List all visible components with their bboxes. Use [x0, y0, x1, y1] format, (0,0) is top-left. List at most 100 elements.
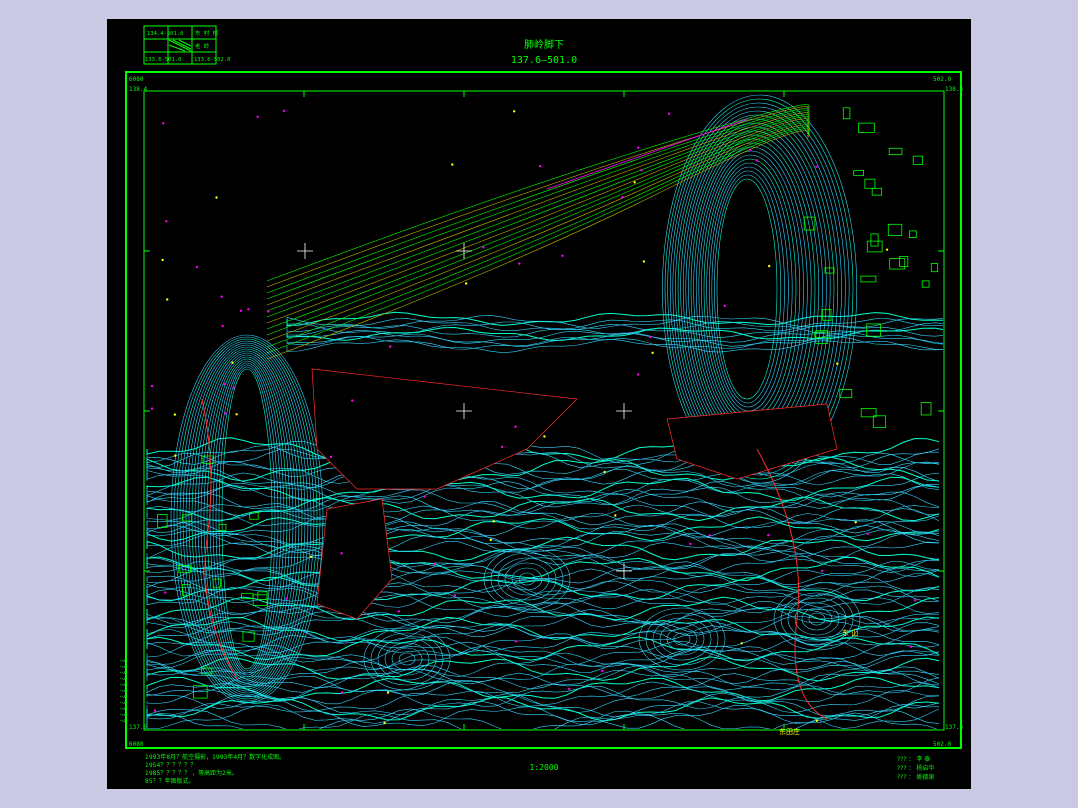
map-title: 肺岭脚下	[524, 38, 564, 51]
terrace-line	[266, 122, 810, 336]
spot-height	[821, 569, 824, 573]
corner-bottom-left-y: 137.6	[129, 724, 147, 731]
spot-height	[173, 413, 177, 416]
spot-height	[603, 470, 606, 474]
corner-bottom-right-y: 137.6	[945, 724, 963, 731]
credit-3: ??? ： 姚德泉	[897, 773, 934, 781]
contour-line	[146, 548, 940, 574]
spot-height	[153, 709, 157, 712]
spot-height	[651, 351, 654, 354]
contour-loop	[693, 142, 812, 436]
terrace-line	[266, 108, 810, 294]
contour-loop	[711, 170, 785, 408]
spot-height	[433, 562, 436, 566]
spot-height	[232, 386, 235, 390]
terrain-layer	[146, 94, 943, 729]
spot-height	[340, 691, 344, 694]
contour-line	[146, 528, 940, 554]
place-name-1: 东田庄	[779, 727, 800, 736]
corner-top-left-x: 6080	[129, 76, 144, 83]
spot-height	[256, 115, 259, 119]
spot-height	[489, 538, 492, 542]
contour-line	[146, 456, 940, 482]
spot-height	[648, 335, 652, 339]
contour-line	[146, 492, 940, 518]
contour-loop	[682, 126, 827, 452]
spot-height	[543, 435, 546, 438]
spot-height	[215, 196, 218, 199]
map-svg: 134.4-501.0 东 村 桥 老 岭 133.6-501.0 133.6-…	[118, 25, 963, 785]
spot-height	[453, 594, 457, 597]
terrace-line	[266, 116, 810, 318]
building	[870, 233, 879, 247]
spot-height	[514, 640, 517, 643]
sheet-number: 137.6—501.0	[511, 55, 577, 66]
note-2: 1954？？？？？？	[145, 762, 196, 769]
contour-loop	[714, 174, 782, 404]
spot-height	[689, 542, 692, 546]
building	[899, 256, 909, 267]
map-scale: 1:2000	[530, 763, 559, 772]
contour-loop	[370, 632, 444, 686]
spot-height	[500, 445, 504, 449]
spot-height	[723, 304, 726, 307]
building	[889, 258, 906, 270]
spot-height	[223, 382, 226, 386]
spot-height	[383, 721, 386, 725]
spot-height	[740, 642, 743, 645]
spot-height	[748, 148, 752, 152]
contour-loop	[200, 354, 294, 684]
contour-line	[146, 712, 938, 729]
spot-height	[239, 309, 243, 312]
contour-loop	[703, 158, 797, 420]
spot-height	[514, 425, 517, 428]
spot-height	[518, 262, 521, 265]
contour-loop	[673, 632, 691, 646]
spot-height	[637, 146, 640, 149]
contour-line	[286, 336, 943, 350]
map-sheet: 134.4-501.0 东 村 桥 老 岭 133.6-501.0 133.6-…	[107, 19, 971, 789]
spot-height	[482, 246, 485, 249]
terrace-line	[266, 124, 810, 342]
spot-height	[224, 412, 227, 415]
spot-height	[815, 165, 818, 168]
building	[864, 178, 876, 189]
spot-height	[221, 324, 224, 328]
contour-loop	[690, 138, 816, 440]
credit-2: ??? ： 杨启华	[897, 764, 934, 772]
spot-height	[235, 413, 238, 416]
spot-height	[161, 258, 164, 262]
spot-height	[285, 597, 288, 600]
spot-height	[166, 298, 169, 301]
corner-top-right-x: 502.0	[933, 76, 951, 83]
index-cell-4: 老 岭	[195, 42, 210, 50]
contour-line	[146, 500, 940, 526]
spot-height	[614, 514, 617, 517]
spot-height	[150, 384, 154, 388]
spot-height	[329, 455, 333, 458]
credit-1: ??? ： 李 泰	[897, 755, 930, 763]
terrace-line	[266, 128, 810, 354]
spot-height	[195, 265, 199, 269]
spot-height	[309, 555, 313, 558]
index-cell-2: 东 村 桥	[195, 29, 219, 37]
spot-height	[667, 112, 671, 115]
spot-height	[866, 532, 869, 536]
index-cell-1: 134.4-501.0	[147, 31, 183, 37]
spot-height	[561, 254, 564, 257]
contour-loop	[701, 154, 801, 424]
building	[912, 155, 924, 165]
contour-loop	[391, 647, 423, 671]
terrace-line	[266, 114, 810, 312]
index-cell-6: 133.6-502.0	[194, 57, 230, 63]
corner-bottom-right-x: 502.0	[933, 741, 951, 748]
spot-height	[815, 719, 819, 722]
spot-height	[351, 399, 354, 402]
spot-height	[389, 345, 392, 348]
spot-height	[162, 122, 165, 125]
contour-loop	[706, 162, 793, 416]
building	[872, 415, 887, 428]
corner-top-right-y: 138.4	[945, 86, 963, 93]
spot-height	[708, 534, 711, 537]
contour-line	[146, 696, 940, 722]
